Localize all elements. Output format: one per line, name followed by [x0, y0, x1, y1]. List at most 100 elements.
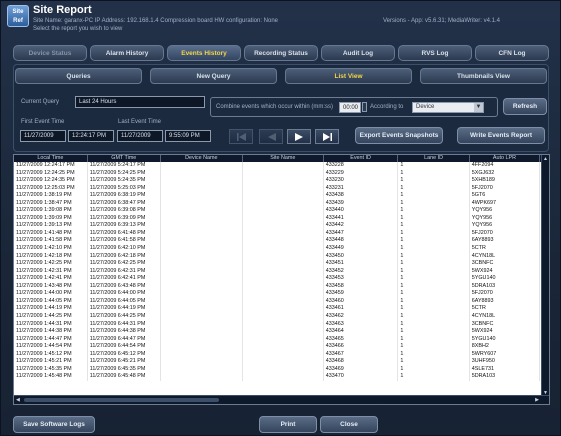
table-cell [160, 267, 243, 276]
table-row[interactable]: 11/27/2009 1:39:09 PM 11/27/2009 6:39:09 … [14, 214, 549, 223]
column-header[interactable]: Auto LPR [469, 155, 541, 162]
export-snapshots-button[interactable]: Export Events Snapshots [355, 127, 443, 144]
table-row[interactable]: 11/27/2009 1:45:21 PM 11/27/2009 6:45:21 … [14, 358, 549, 366]
next-button[interactable] [287, 129, 311, 144]
table-cell: 11/27/2009 6:44:00 PM [87, 290, 161, 298]
horizontal-scrollbar[interactable]: ◀ ▶ [14, 395, 549, 404]
table-row[interactable]: 11/27/2009 1:42:25 PM 11/27/2009 6:42:25 … [14, 260, 549, 268]
table-row[interactable]: 11/27/2009 1:41:58 PM 11/27/2009 6:41:58 … [14, 237, 549, 246]
table-cell [242, 267, 324, 276]
table-cell: 3CBNFC [469, 320, 541, 329]
table-cell: 11/27/2009 1:38:19 PM [14, 192, 88, 200]
tab-device-status[interactable]: Device Status [13, 45, 87, 61]
table-row[interactable]: 11/27/2009 1:45:35 PM 11/27/2009 6:45:35 … [14, 365, 549, 374]
table-cell [242, 297, 324, 306]
table-cell: 1 [397, 290, 470, 298]
table-cell [242, 177, 324, 185]
table-cell [160, 260, 243, 268]
scroll-up-icon[interactable]: ▲ [543, 156, 548, 162]
table-cell: 3UHF950 [469, 358, 541, 366]
column-header[interactable]: GMT Time [87, 155, 161, 162]
table-cell: 1 [397, 237, 470, 246]
table-row[interactable]: 11/27/2009 1:39:13 PM 11/27/2009 6:39:13 … [14, 222, 549, 230]
table-cell: 11/27/2009 1:44:05 PM [14, 297, 88, 306]
table-cell: 6AY8893 [469, 297, 541, 306]
table-cell: 1 [397, 305, 470, 313]
table-row[interactable]: 11/27/2009 1:42:10 PM 11/27/2009 6:42:10 … [14, 245, 549, 253]
tab-events-history[interactable]: Events History [167, 45, 241, 61]
tab-audit-log[interactable]: Audit Log [321, 45, 395, 61]
table-row[interactable]: 11/27/2009 1:42:41 PM 11/27/2009 6:42:41 … [14, 275, 549, 283]
table-cell: 3CBNFC [469, 260, 541, 268]
tab-cfn-log[interactable]: CFN Log [475, 45, 549, 61]
vertical-scrollbar[interactable]: ▲ ▼ [541, 155, 549, 397]
table-row[interactable]: 11/27/2009 1:41:48 PM 11/27/2009 6:41:48 … [14, 229, 549, 238]
according-to-value: Device [416, 104, 435, 110]
table-cell: 11/27/2009 12:24:25 PM [14, 169, 88, 178]
scroll-left-icon[interactable]: ◀ [16, 397, 20, 403]
first-page-button[interactable] [229, 129, 253, 144]
table-cell: 11/27/2009 1:44:31 PM [14, 320, 88, 329]
table-row[interactable]: 11/27/2009 12:24:25 PM 11/27/2009 5:24:25… [14, 169, 549, 178]
table-cell: 5WX924 [469, 267, 541, 276]
table-cell [242, 207, 324, 215]
tab-alarm-history[interactable]: Alarm History [90, 45, 164, 61]
scroll-right-icon[interactable]: ▶ [535, 397, 539, 403]
tab-rvs-log[interactable]: RVS Log [398, 45, 472, 61]
previous-button[interactable] [259, 129, 283, 144]
subtab-thumbnails-view[interactable]: Thumbnails View [420, 68, 547, 84]
table-row[interactable]: 11/27/2009 1:44:19 PM 11/27/2009 6:44:19 … [14, 305, 549, 313]
table-row[interactable]: 11/27/2009 12:24:35 PM 11/27/2009 5:24:35… [14, 177, 549, 185]
table-row[interactable]: 11/27/2009 1:43:48 PM 11/27/2009 6:43:48 … [14, 282, 549, 291]
table-row[interactable]: 11/27/2009 1:44:25 PM 11/27/2009 6:44:25 … [14, 312, 549, 321]
print-button[interactable]: Print [259, 416, 317, 433]
table-cell: 11/27/2009 12:24:35 PM [14, 177, 88, 185]
tab-recording-status[interactable]: Recording Status [244, 45, 318, 61]
according-to-select[interactable]: Device ▼ [412, 102, 484, 113]
table-cell: 433451 [323, 260, 399, 268]
column-header[interactable]: Device Name [160, 155, 243, 162]
table-cell: 4FF2094 [469, 162, 541, 170]
close-button[interactable]: Close [320, 416, 378, 433]
subtab-new-query[interactable]: New Query [150, 68, 277, 84]
combine-time-spinner[interactable] [362, 102, 367, 112]
table-row[interactable]: 11/27/2009 1:44:47 PM 11/27/2009 6:44:47 … [14, 335, 549, 344]
subtab-list-view[interactable]: List View [285, 68, 412, 84]
table-cell [242, 169, 324, 178]
column-header[interactable]: Lane ID [397, 155, 470, 162]
table-cell: 1 [397, 267, 470, 276]
table-row[interactable]: 11/27/2009 1:44:31 PM 11/27/2009 6:44:31 … [14, 320, 549, 329]
table-cell: 433229 [323, 169, 399, 178]
write-report-button[interactable]: Write Events Report [457, 127, 545, 144]
column-header[interactable]: Local Time [14, 155, 88, 162]
refresh-button[interactable]: Refresh [503, 98, 547, 115]
table-row[interactable]: 11/27/2009 1:45:48 PM 11/27/2009 6:45:48 … [14, 373, 549, 381]
save-software-logs-button[interactable]: Save Software Logs [13, 416, 95, 433]
table-cell: 11/27/2009 1:42:31 PM [14, 267, 88, 276]
combine-time-input[interactable]: 00:00 [339, 102, 361, 113]
column-header[interactable]: Event ID [323, 155, 399, 162]
table-cell [160, 305, 243, 313]
table-row[interactable]: 11/27/2009 1:42:18 PM 11/27/2009 6:42:18 … [14, 252, 549, 261]
table-cell [160, 290, 243, 298]
table-row[interactable]: 11/27/2009 1:44:54 PM 11/27/2009 6:44:54 … [14, 343, 549, 351]
table-row[interactable]: 11/27/2009 1:44:00 PM 11/27/2009 6:44:00 … [14, 290, 549, 298]
table-row[interactable]: 11/27/2009 1:38:47 PM 11/27/2009 6:38:47 … [14, 199, 549, 208]
table-cell [160, 358, 243, 366]
table-row[interactable]: 11/27/2009 1:38:19 PM 11/27/2009 6:38:19 … [14, 192, 549, 200]
table-cell [160, 177, 243, 185]
last-page-button[interactable] [315, 129, 339, 144]
table-row[interactable]: 11/27/2009 1:42:31 PM 11/27/2009 6:42:31 … [14, 267, 549, 276]
column-header[interactable]: Site Name [242, 155, 324, 162]
table-row[interactable]: 11/27/2009 1:39:08 PM 11/27/2009 6:39:08 … [14, 207, 549, 215]
table-cell: 433230 [323, 177, 399, 185]
table-cell: 5GT6 [469, 192, 541, 200]
table-row[interactable]: 11/27/2009 1:44:05 PM 11/27/2009 6:44:05 … [14, 297, 549, 306]
subtab-queries[interactable]: Queries [15, 68, 142, 84]
table-row[interactable]: 11/27/2009 12:24:17 PM 11/27/2009 5:24:17… [14, 162, 549, 170]
table-row[interactable]: 11/27/2009 12:25:03 PM 11/27/2009 5:25:03… [14, 184, 549, 193]
table-row[interactable]: 11/27/2009 1:44:38 PM 11/27/2009 6:44:38 … [14, 328, 549, 336]
table-row[interactable]: 11/27/2009 1:45:12 PM 11/27/2009 6:45:12 … [14, 350, 549, 359]
horizontal-scroll-thumb[interactable] [24, 398, 219, 402]
table-cell: 1 [397, 222, 470, 230]
